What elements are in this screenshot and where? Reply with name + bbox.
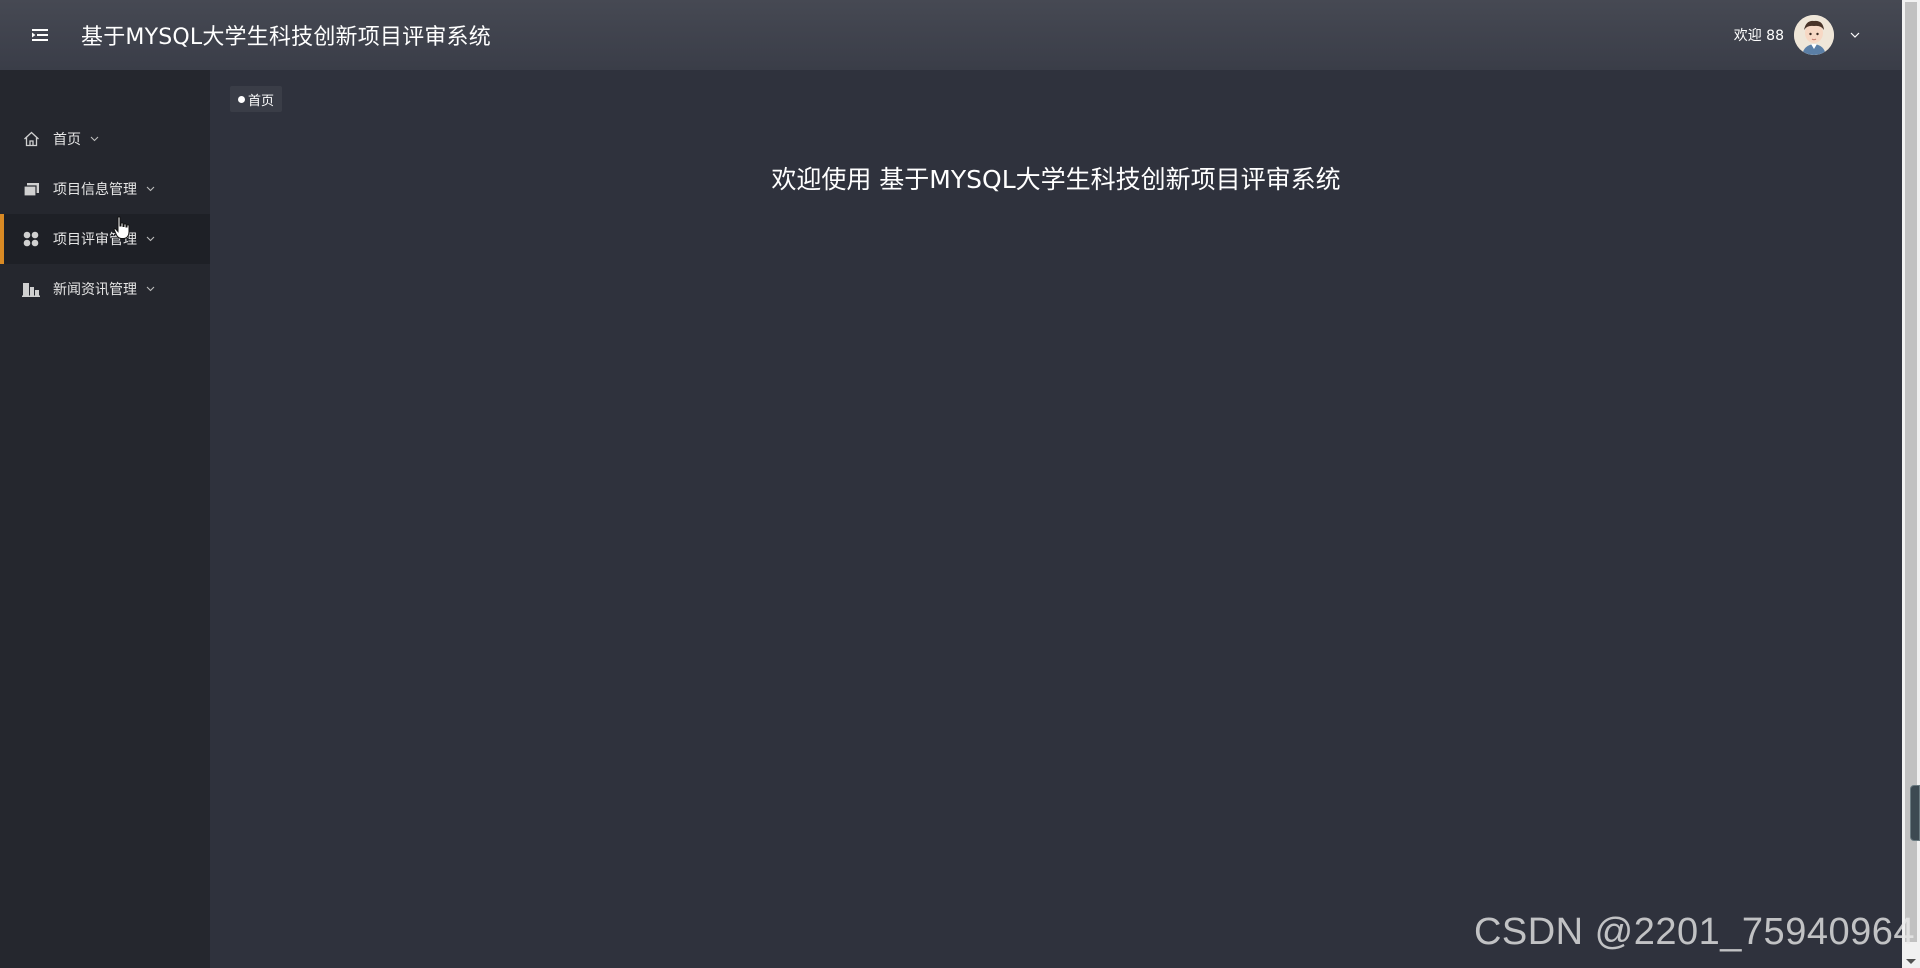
sidebar-item-home[interactable]: 首页 xyxy=(0,114,210,164)
sidebar-item-label: 首页 xyxy=(53,132,81,148)
home-icon xyxy=(22,130,40,148)
sidebar-item-label: 新闻资讯管理 xyxy=(53,282,137,298)
sidebar-item-project-review[interactable]: 项目评审管理 xyxy=(0,214,210,264)
folder-stack-icon xyxy=(22,180,40,198)
scroll-down-arrow-icon[interactable] xyxy=(1906,959,1916,964)
sidebar-item-project-info[interactable]: 项目信息管理 xyxy=(0,164,210,214)
sidebar-menu: 首页 项目信息管理 项目评审管理 新闻资讯管理 xyxy=(0,70,210,314)
sidebar-item-label: 项目信息管理 xyxy=(53,182,137,198)
chevron-down-icon xyxy=(89,134,99,144)
tab-label: 首页 xyxy=(248,93,275,109)
welcome-heading: 欢迎使用 基于MYSQL大学生科技创新项目评审系统 xyxy=(771,165,1341,194)
building-icon xyxy=(22,280,40,298)
main-content: 首页 欢迎使用 基于MYSQL大学生科技创新项目评审系统 xyxy=(210,70,1902,968)
hamburger-menu-icon[interactable] xyxy=(20,15,60,55)
tab-active-dot-icon xyxy=(238,95,245,103)
top-header: 基于MYSQL大学生科技创新项目评审系统 欢迎 88 xyxy=(0,0,1902,70)
grid-dots-icon xyxy=(22,230,40,248)
app-title: 基于MYSQL大学生科技创新项目评审系统 xyxy=(81,25,491,50)
sidebar: 首页 项目信息管理 项目评审管理 新闻资讯管理 xyxy=(0,70,210,968)
welcome-user-text: 欢迎 88 xyxy=(1733,28,1784,44)
chevron-down-icon xyxy=(145,184,155,194)
chevron-down-icon[interactable] xyxy=(1848,28,1862,42)
chevron-down-icon xyxy=(145,284,155,294)
user-menu[interactable]: 欢迎 88 xyxy=(1734,0,1862,70)
user-avatar-icon[interactable] xyxy=(1794,15,1834,55)
hand-pointer-cursor-icon xyxy=(113,216,131,240)
chevron-down-icon xyxy=(145,234,155,244)
floating-side-widget[interactable] xyxy=(1910,785,1920,841)
tab-home[interactable]: 首页 xyxy=(230,86,283,112)
watermark-text: CSDN @2201_75940964 xyxy=(1473,911,1915,953)
sidebar-item-news[interactable]: 新闻资讯管理 xyxy=(0,264,210,314)
